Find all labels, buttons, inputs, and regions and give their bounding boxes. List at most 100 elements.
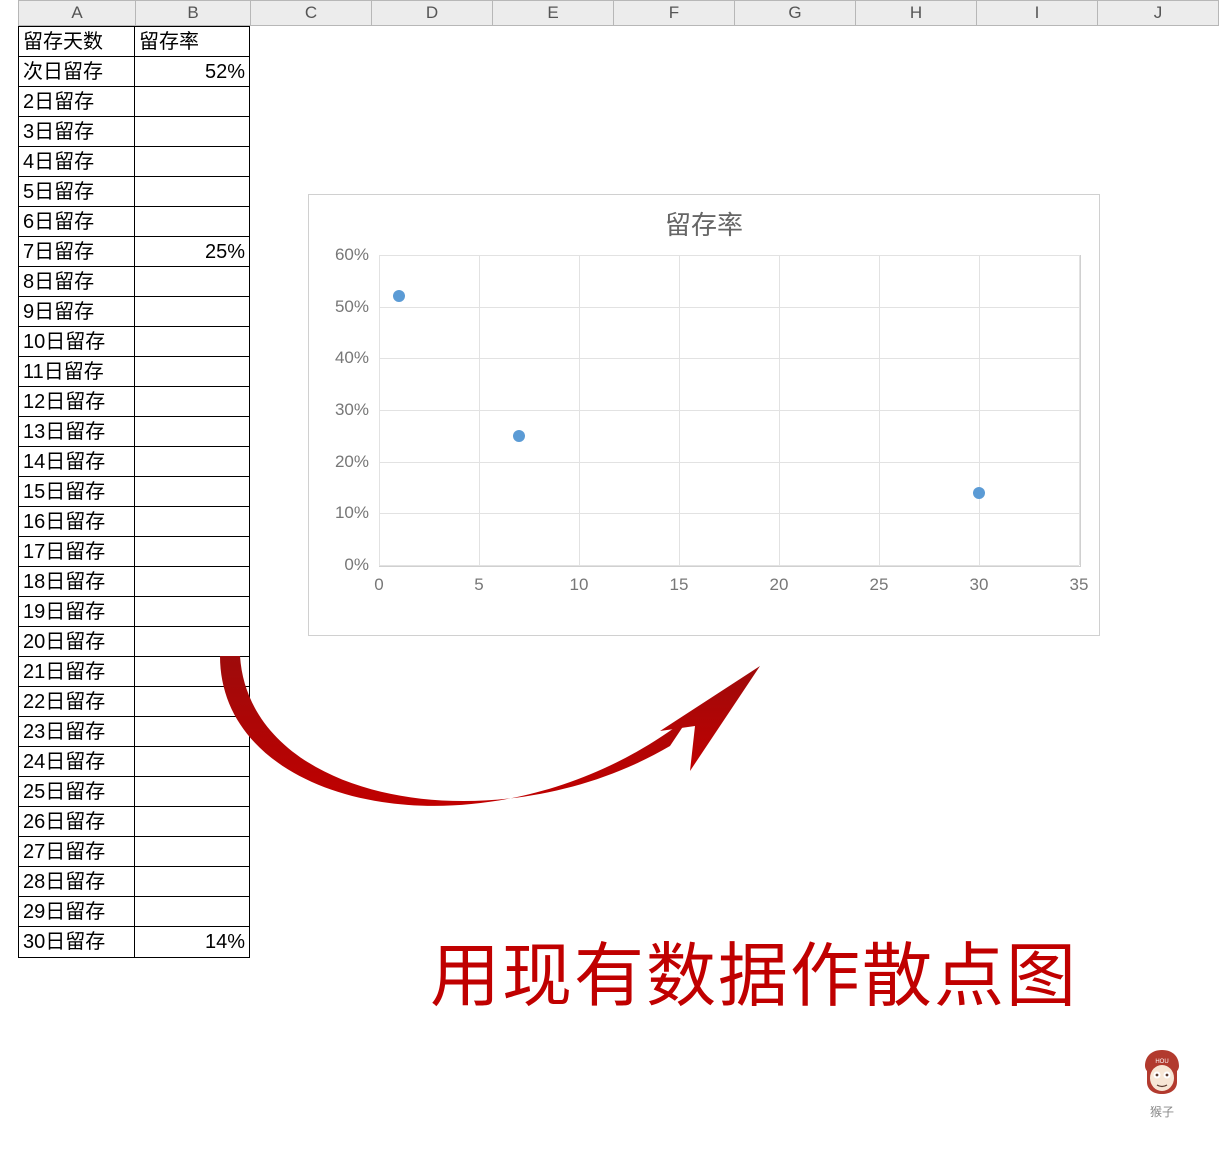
chart-ytick-label: 60% <box>309 245 369 265</box>
cell-A11[interactable]: 10日留存 <box>19 327 135 357</box>
cell-B30[interactable] <box>135 897 249 927</box>
watermark-label: 猴子 <box>1141 1103 1183 1120</box>
cell-A4[interactable]: 3日留存 <box>19 117 135 147</box>
chart-plot-area <box>379 255 1079 565</box>
chart-gridline-h <box>379 358 1079 359</box>
cell-B20[interactable] <box>135 597 249 627</box>
col-header-E[interactable]: E <box>493 0 614 26</box>
chart-title: 留存率 <box>309 205 1099 242</box>
cell-A7[interactable]: 6日留存 <box>19 207 135 237</box>
col-header-A[interactable]: A <box>18 0 136 26</box>
chart-data-point <box>973 487 985 499</box>
cell-B13[interactable] <box>135 387 249 417</box>
embedded-chart[interactable]: 留存率 0%10%20%30%40%50%60%05101520253035 <box>308 194 1100 636</box>
table-row: 8日留存 <box>19 267 249 297</box>
col-header-G[interactable]: G <box>735 0 856 26</box>
table-row: 6日留存 <box>19 207 249 237</box>
chart-gridline-v <box>779 255 780 565</box>
cell-A26[interactable]: 25日留存 <box>19 777 135 807</box>
table-row: 2日留存 <box>19 87 249 117</box>
cell-A8[interactable]: 7日留存 <box>19 237 135 267</box>
chart-gridline-v <box>1079 255 1080 565</box>
chart-xtick-label: 20 <box>770 575 789 595</box>
cell-B11[interactable] <box>135 327 249 357</box>
cell-A16[interactable]: 15日留存 <box>19 477 135 507</box>
cell-B18[interactable] <box>135 537 249 567</box>
cell-B16[interactable] <box>135 477 249 507</box>
cell-A3[interactable]: 2日留存 <box>19 87 135 117</box>
cell-A15[interactable]: 14日留存 <box>19 447 135 477</box>
cell-B2[interactable]: 52% <box>135 57 249 87</box>
col-header-H[interactable]: H <box>856 0 977 26</box>
col-header-C[interactable]: C <box>251 0 372 26</box>
cell-A14[interactable]: 13日留存 <box>19 417 135 447</box>
table-row: 9日留存 <box>19 297 249 327</box>
cell-B1[interactable]: 留存率 <box>135 27 249 57</box>
cell-A12[interactable]: 11日留存 <box>19 357 135 387</box>
chart-data-point <box>513 430 525 442</box>
cell-A6[interactable]: 5日留存 <box>19 177 135 207</box>
chart-gridline-v <box>479 255 480 565</box>
table-row: 15日留存 <box>19 477 249 507</box>
svg-text:HOU: HOU <box>1155 1059 1168 1065</box>
chart-gridline-h <box>379 462 1079 463</box>
cell-A17[interactable]: 16日留存 <box>19 507 135 537</box>
cell-B19[interactable] <box>135 567 249 597</box>
chart-gridline-h <box>379 565 1079 566</box>
table-row: 14日留存 <box>19 447 249 477</box>
cell-A13[interactable]: 12日留存 <box>19 387 135 417</box>
cell-A1[interactable]: 留存天数 <box>19 27 135 57</box>
cell-A10[interactable]: 9日留存 <box>19 297 135 327</box>
cell-A31[interactable]: 30日留存 <box>19 927 135 957</box>
cell-B17[interactable] <box>135 507 249 537</box>
cell-A2[interactable]: 次日留存 <box>19 57 135 87</box>
cell-B31[interactable]: 14% <box>135 927 249 957</box>
cell-A20[interactable]: 19日留存 <box>19 597 135 627</box>
chart-gridline-h <box>379 410 1079 411</box>
chart-xtick-label: 15 <box>670 575 689 595</box>
cell-A9[interactable]: 8日留存 <box>19 267 135 297</box>
chart-xtick-label: 30 <box>970 575 989 595</box>
col-header-J[interactable]: J <box>1098 0 1219 26</box>
cell-B9[interactable] <box>135 267 249 297</box>
chart-ytick-label: 40% <box>309 348 369 368</box>
col-header-I[interactable]: I <box>977 0 1098 26</box>
table-row: 18日留存 <box>19 567 249 597</box>
cell-B10[interactable] <box>135 297 249 327</box>
table-row: 4日留存 <box>19 147 249 177</box>
cell-A19[interactable]: 18日留存 <box>19 567 135 597</box>
cell-B5[interactable] <box>135 147 249 177</box>
cell-A22[interactable]: 21日留存 <box>19 657 135 687</box>
table-header-row: 留存天数 留存率 <box>19 27 249 57</box>
cell-B6[interactable] <box>135 177 249 207</box>
cell-B4[interactable] <box>135 117 249 147</box>
chart-xtick-label: 10 <box>570 575 589 595</box>
col-header-D[interactable]: D <box>372 0 493 26</box>
monkey-icon: HOU <box>1141 1048 1183 1096</box>
cell-A23[interactable]: 22日留存 <box>19 687 135 717</box>
col-header-B[interactable]: B <box>136 0 251 26</box>
cell-A18[interactable]: 17日留存 <box>19 537 135 567</box>
table-row: 12日留存 <box>19 387 249 417</box>
callout-arrow-icon <box>200 636 800 876</box>
cell-A25[interactable]: 24日留存 <box>19 747 135 777</box>
cell-B7[interactable] <box>135 207 249 237</box>
cell-A27[interactable]: 26日留存 <box>19 807 135 837</box>
cell-A29[interactable]: 28日留存 <box>19 867 135 897</box>
cell-A5[interactable]: 4日留存 <box>19 147 135 177</box>
cell-A21[interactable]: 20日留存 <box>19 627 135 657</box>
cell-A28[interactable]: 27日留存 <box>19 837 135 867</box>
spreadsheet-view: A B C D E F G H I J 留存天数 留存率 次日留存52%2日留存… <box>0 0 1223 1160</box>
cell-B14[interactable] <box>135 417 249 447</box>
cell-A30[interactable]: 29日留存 <box>19 897 135 927</box>
col-header-F[interactable]: F <box>614 0 735 26</box>
cell-B15[interactable] <box>135 447 249 477</box>
chart-gridline-h <box>379 513 1079 514</box>
chart-ytick-label: 30% <box>309 400 369 420</box>
table-row: 30日留存14% <box>19 927 249 957</box>
chart-xtick-label: 35 <box>1070 575 1089 595</box>
cell-B3[interactable] <box>135 87 249 117</box>
cell-B12[interactable] <box>135 357 249 387</box>
cell-B8[interactable]: 25% <box>135 237 249 267</box>
cell-A24[interactable]: 23日留存 <box>19 717 135 747</box>
